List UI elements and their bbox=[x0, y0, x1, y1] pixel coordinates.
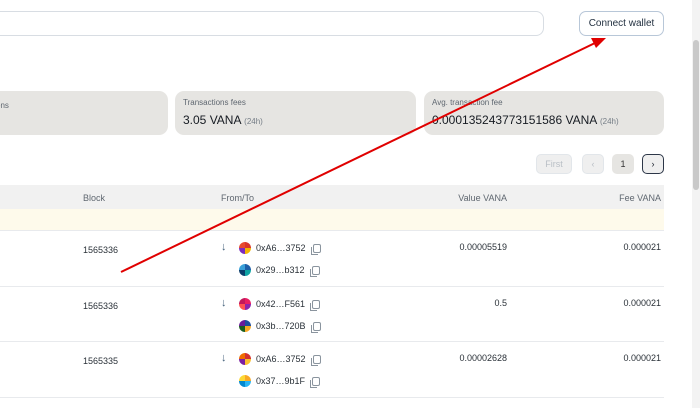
stat-suffix: (24h) bbox=[599, 117, 619, 126]
copy-icon[interactable] bbox=[310, 243, 321, 255]
to-address-link[interactable]: 0x3b…720B bbox=[256, 321, 306, 331]
from-address: 0xA6…3752 bbox=[239, 242, 321, 255]
stat-label: Avg. transaction fee bbox=[432, 98, 503, 107]
column-header-from-to: From/To bbox=[221, 193, 255, 203]
table-row: 1565336 ↓ 0x42…F561 0x3b…720B 0.5 0.0000… bbox=[0, 286, 664, 341]
copy-icon[interactable] bbox=[310, 299, 321, 311]
address-avatar-icon bbox=[239, 320, 251, 332]
stat-transactions: ons bbox=[0, 91, 168, 135]
address-avatar-icon bbox=[239, 264, 251, 276]
to-address-link[interactable]: 0x29…b312 bbox=[256, 265, 305, 275]
column-header-value: Value VANA bbox=[458, 193, 507, 203]
copy-icon[interactable] bbox=[310, 354, 321, 366]
address-avatar-icon bbox=[239, 298, 251, 310]
chevron-left-icon: ‹ bbox=[591, 159, 595, 169]
from-address: 0xA6…3752 bbox=[239, 353, 321, 366]
value-amount: 0.00005519 bbox=[459, 242, 507, 252]
fee-amount: 0.000021 bbox=[623, 242, 661, 252]
copy-icon[interactable] bbox=[310, 321, 321, 333]
address-avatar-icon bbox=[239, 242, 251, 254]
arrow-down-icon: ↓ bbox=[221, 297, 227, 309]
value-amount: 0.00002628 bbox=[459, 353, 507, 363]
from-address-link[interactable]: 0xA6…3752 bbox=[256, 243, 306, 253]
stat-label: Transactions fees bbox=[183, 98, 246, 107]
new-transactions-notice bbox=[0, 209, 664, 230]
scrollbar-thumb[interactable] bbox=[693, 40, 699, 190]
table-header: Block From/To Value VANA Fee VANA bbox=[0, 185, 664, 209]
from-address-link[interactable]: 0x42…F561 bbox=[256, 299, 305, 309]
address-avatar-icon bbox=[239, 375, 251, 387]
address-avatar-icon bbox=[239, 353, 251, 365]
stat-suffix: (24h) bbox=[244, 117, 263, 126]
column-header-block: Block bbox=[83, 193, 106, 203]
from-address: 0x42…F561 bbox=[239, 298, 321, 311]
table-row bbox=[0, 397, 664, 408]
block-number-link[interactable]: 1565336 bbox=[83, 301, 118, 311]
to-address: 0x37…9b1F bbox=[239, 375, 321, 388]
stat-label: ons bbox=[0, 101, 9, 110]
to-address-link[interactable]: 0x37…9b1F bbox=[256, 376, 305, 386]
stat-value: 3.05 VANA (24h) bbox=[183, 113, 263, 127]
copy-icon[interactable] bbox=[309, 265, 320, 277]
pagination-first-button[interactable]: First bbox=[536, 154, 572, 174]
stat-transaction-fees: Transactions fees 3.05 VANA (24h) bbox=[175, 91, 416, 135]
stat-value: 0.000135243773151586 VANA (24h) bbox=[432, 113, 619, 127]
table-row: 1565336 ↓ 0xA6…3752 0x29…b312 0.00005519… bbox=[0, 230, 664, 286]
pagination-current-page: 1 bbox=[612, 154, 634, 174]
to-address: 0x29…b312 bbox=[239, 264, 320, 277]
fee-amount: 0.000021 bbox=[623, 298, 661, 308]
annotation-arrow-head bbox=[591, 38, 606, 48]
stat-avg-transaction-fee: Avg. transaction fee 0.00013524377315158… bbox=[424, 91, 664, 135]
block-number-link[interactable]: 1565335 bbox=[83, 356, 118, 366]
fee-amount: 0.000021 bbox=[623, 353, 661, 363]
arrow-down-icon: ↓ bbox=[221, 352, 227, 364]
pagination-next-button[interactable]: › bbox=[642, 154, 664, 174]
search-input[interactable] bbox=[0, 11, 544, 36]
connect-wallet-button[interactable]: Connect wallet bbox=[579, 11, 664, 36]
to-address: 0x3b…720B bbox=[239, 320, 321, 333]
chevron-right-icon: › bbox=[651, 159, 655, 169]
table-row: 1565335 ↓ 0xA6…3752 0x37…9b1F 0.00002628… bbox=[0, 341, 664, 397]
value-amount: 0.5 bbox=[494, 298, 507, 308]
copy-icon[interactable] bbox=[310, 376, 321, 388]
arrow-down-icon: ↓ bbox=[221, 241, 227, 253]
vertical-scrollbar[interactable] bbox=[692, 0, 700, 408]
from-address-link[interactable]: 0xA6…3752 bbox=[256, 354, 306, 364]
pagination-prev-button[interactable]: ‹ bbox=[582, 154, 604, 174]
block-number-link[interactable]: 1565336 bbox=[83, 245, 118, 255]
column-header-fee: Fee VANA bbox=[619, 193, 661, 203]
